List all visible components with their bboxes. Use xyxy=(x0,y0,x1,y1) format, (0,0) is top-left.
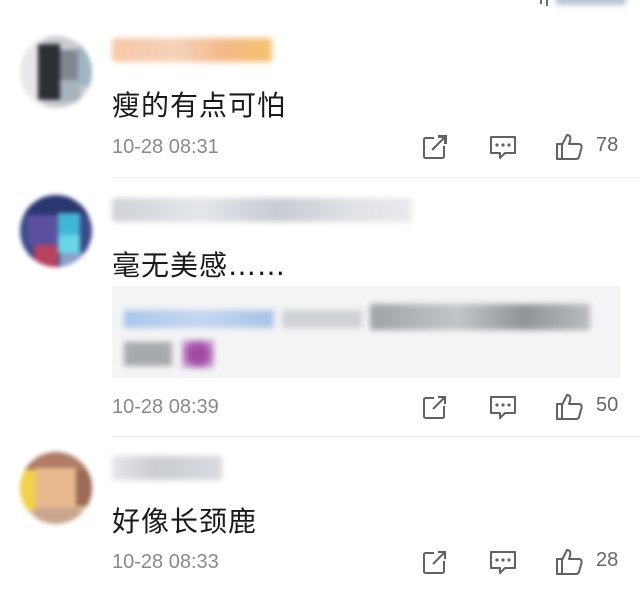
comment-item: 好像长颈鹿 10-28 08:33 28 xyxy=(0,0,640,590)
comment-icon[interactable] xyxy=(488,547,518,577)
like-icon[interactable] xyxy=(554,547,584,577)
comment-time: 10-28 08:33 xyxy=(112,551,219,573)
comment-actions: 28 xyxy=(420,547,630,577)
comment-text: 好像长颈鹿 xyxy=(112,505,258,538)
username-blurred[interactable] xyxy=(112,456,222,480)
avatar[interactable] xyxy=(20,452,92,524)
like-count: 28 xyxy=(596,549,619,571)
share-icon[interactable] xyxy=(420,547,450,577)
